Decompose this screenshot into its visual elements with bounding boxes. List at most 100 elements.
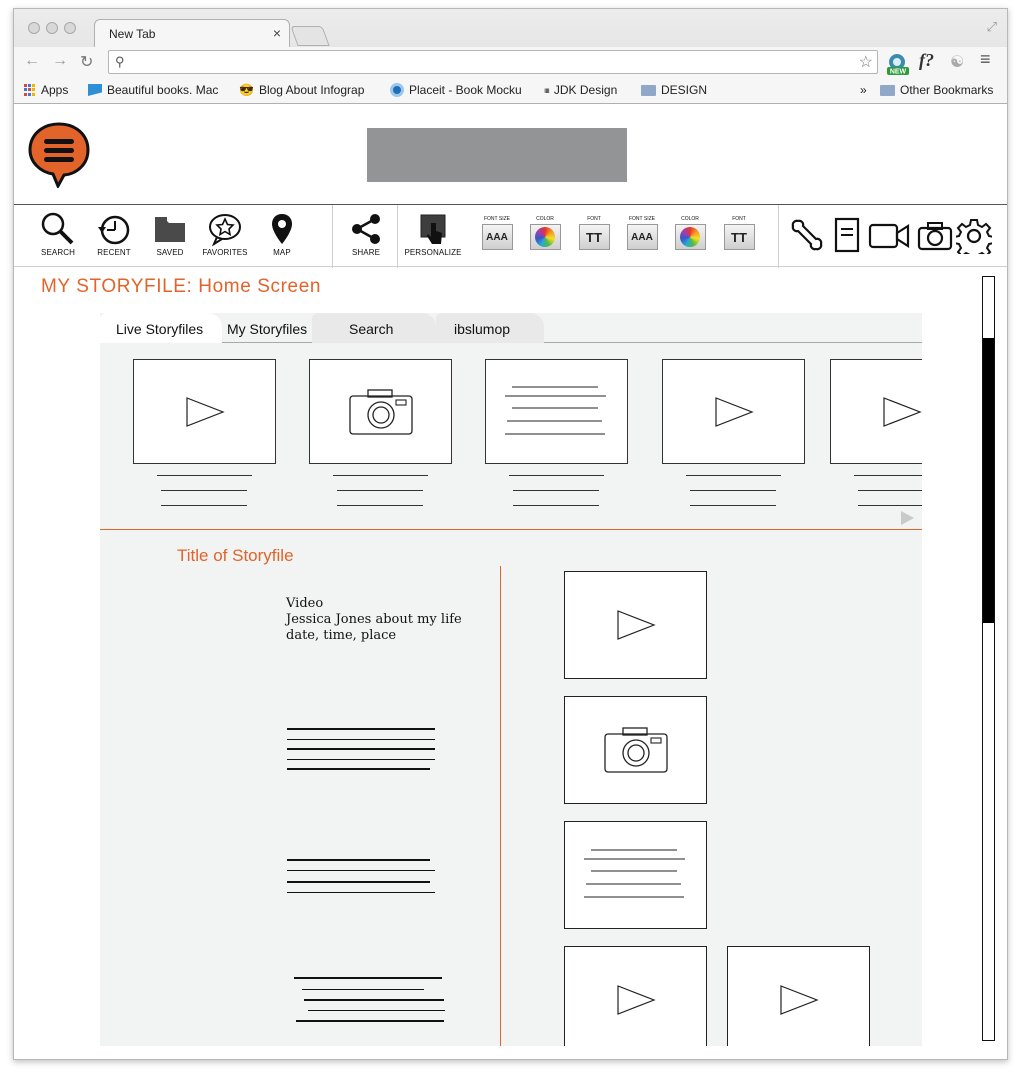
font-control[interactable]: FONT TT: [575, 216, 613, 250]
other-bookmarks[interactable]: Other Bookmarks: [880, 83, 993, 97]
font-size-control-2[interactable]: FONT SIZE AAA: [623, 216, 661, 250]
toolbar-divider: [397, 205, 398, 268]
play-icon: [714, 396, 754, 427]
extension-f-icon[interactable]: f?: [919, 50, 934, 71]
camera-icon[interactable]: [917, 221, 953, 251]
minimize-window-button[interactable]: [46, 22, 58, 34]
tab-search[interactable]: Search: [349, 313, 393, 343]
storyfile-thumbnail[interactable]: [133, 359, 276, 464]
toolbar-divider: [332, 205, 333, 268]
document-icon[interactable]: [834, 217, 860, 253]
color-control-2[interactable]: COLOR: [671, 216, 709, 250]
settings-gear-icon[interactable]: [956, 218, 992, 254]
bookmark-placeit[interactable]: Placeit - Book Mocku: [390, 83, 533, 97]
recent-tool[interactable]: RECENT: [87, 211, 141, 257]
bookmarks-overflow-button[interactable]: »: [860, 83, 867, 97]
extension-badge: NEW: [890, 69, 907, 76]
app-toolbar: SEARCH RECENT SAVED FAVORITES MAP SHARE …: [14, 204, 1007, 268]
storyfile-thumbnail[interactable]: [485, 359, 628, 464]
meta-type: Video: [286, 596, 324, 611]
tab-close-icon[interactable]: ×: [273, 25, 281, 41]
favorites-tool[interactable]: FAVORITES: [198, 211, 252, 257]
address-bar[interactable]: ⚲ ☆: [108, 50, 878, 74]
placeit-icon: [390, 83, 404, 97]
map-tool[interactable]: MAP: [255, 211, 309, 257]
bookmark-apps[interactable]: Apps: [24, 83, 68, 97]
font-icon: TT: [578, 224, 610, 250]
storyfile-thumbnail[interactable]: [309, 359, 452, 464]
navigation-bar: ← → ↻ ⚲ ☆ NEW f? ☯ ≡: [14, 47, 1007, 77]
thumbnail-caption: [157, 475, 252, 520]
history-clock-icon: [87, 211, 141, 247]
browser-chrome: New Tab × ⤢ ← → ↻ ⚲ ☆ NEW f? ☯ ≡ Apps Be…: [14, 9, 1007, 104]
header-placeholder-bar: [367, 128, 627, 182]
search-tool[interactable]: SEARCH: [31, 211, 85, 257]
map-pin-icon: [255, 211, 309, 247]
browser-tab[interactable]: New Tab ×: [94, 19, 290, 47]
control-label: FONT SIZE: [628, 216, 656, 222]
saved-tool[interactable]: SAVED: [143, 211, 197, 257]
media-item-video[interactable]: [727, 946, 870, 1046]
tab-ibslumop[interactable]: ibslumop: [454, 313, 510, 343]
fullscreen-icon[interactable]: ⤢: [987, 19, 997, 35]
video-camera-icon[interactable]: [868, 222, 910, 250]
control-label: FONT: [587, 216, 601, 222]
media-item-text[interactable]: [564, 821, 707, 929]
media-item-video[interactable]: [564, 946, 707, 1046]
back-icon[interactable]: ←: [24, 52, 40, 70]
carousel-next-icon[interactable]: [901, 511, 914, 525]
bone-icon[interactable]: [789, 217, 825, 253]
font-control-2[interactable]: FONT TT: [720, 216, 758, 250]
zoom-window-button[interactable]: [64, 22, 76, 34]
play-icon: [616, 985, 656, 1015]
bookmark-label: Beautiful books. Mac: [107, 83, 219, 97]
folder-icon: [143, 211, 197, 247]
new-tab-button[interactable]: [290, 26, 330, 46]
close-window-button[interactable]: [28, 22, 40, 34]
play-icon: [882, 396, 922, 427]
play-icon: [616, 610, 656, 640]
star-bubble-icon: [198, 211, 252, 247]
share-tool[interactable]: SHARE: [339, 211, 393, 257]
storyfile-thumbnail[interactable]: [830, 359, 922, 464]
magnifier-icon: [31, 211, 85, 247]
tab-live-storyfiles[interactable]: Live Storyfiles: [100, 313, 222, 343]
bookmark-jdk-design[interactable]: ıııı JDK Design: [544, 83, 617, 97]
text-document-icon: [504, 386, 606, 434]
camera-icon: [348, 388, 413, 435]
media-item-photo[interactable]: [564, 696, 707, 804]
page-scrollbar[interactable]: [982, 276, 995, 1041]
control-label: COLOR: [536, 216, 554, 222]
reload-icon[interactable]: ↻: [80, 52, 93, 72]
tool-label: PERSONALIZE: [404, 248, 462, 257]
bookmark-design-folder[interactable]: DESIGN: [641, 83, 707, 97]
search-icon: ⚲: [115, 54, 125, 69]
browser-window: New Tab × ⤢ ← → ↻ ⚲ ☆ NEW f? ☯ ≡ Apps Be…: [13, 8, 1008, 1060]
tool-label: SAVED: [156, 248, 184, 257]
text-block: [287, 728, 437, 770]
tool-label: RECENT: [97, 248, 131, 257]
personalize-tool[interactable]: PERSONALIZE: [402, 211, 464, 257]
bookmark-beautiful-books[interactable]: Beautiful books. Mac: [88, 83, 228, 97]
storyfile-thumbnail[interactable]: [662, 359, 805, 464]
bookmark-blog-infographics[interactable]: 😎 Blog About Infograp: [239, 83, 382, 97]
meta-description: Jessica Jones about my life: [286, 612, 462, 627]
control-label: FONT SIZE: [483, 216, 511, 222]
forward-icon[interactable]: →: [52, 52, 68, 70]
font-size-control[interactable]: FONT SIZE AAA: [478, 216, 516, 250]
folder-icon: [880, 84, 895, 96]
other-bookmarks-label: Other Bookmarks: [900, 83, 994, 97]
color-control[interactable]: COLOR: [526, 216, 564, 250]
scrollbar-thumb[interactable]: [983, 338, 994, 623]
tab-my-storyfiles[interactable]: My Storyfiles: [226, 313, 307, 343]
touch-screen-icon: [402, 211, 464, 247]
bookmark-star-icon[interactable]: ☆: [859, 52, 873, 72]
menu-logo-icon[interactable]: [28, 122, 90, 188]
extension-skype-icon[interactable]: ☯: [950, 52, 964, 72]
font-size-icon: AAA: [481, 224, 513, 250]
tool-label: MAP: [273, 248, 291, 257]
menu-icon[interactable]: ≡: [980, 49, 991, 70]
media-item-video[interactable]: [564, 571, 707, 679]
camera-icon: [603, 727, 668, 773]
bookmark-label: Placeit - Book Mocku: [409, 83, 522, 97]
